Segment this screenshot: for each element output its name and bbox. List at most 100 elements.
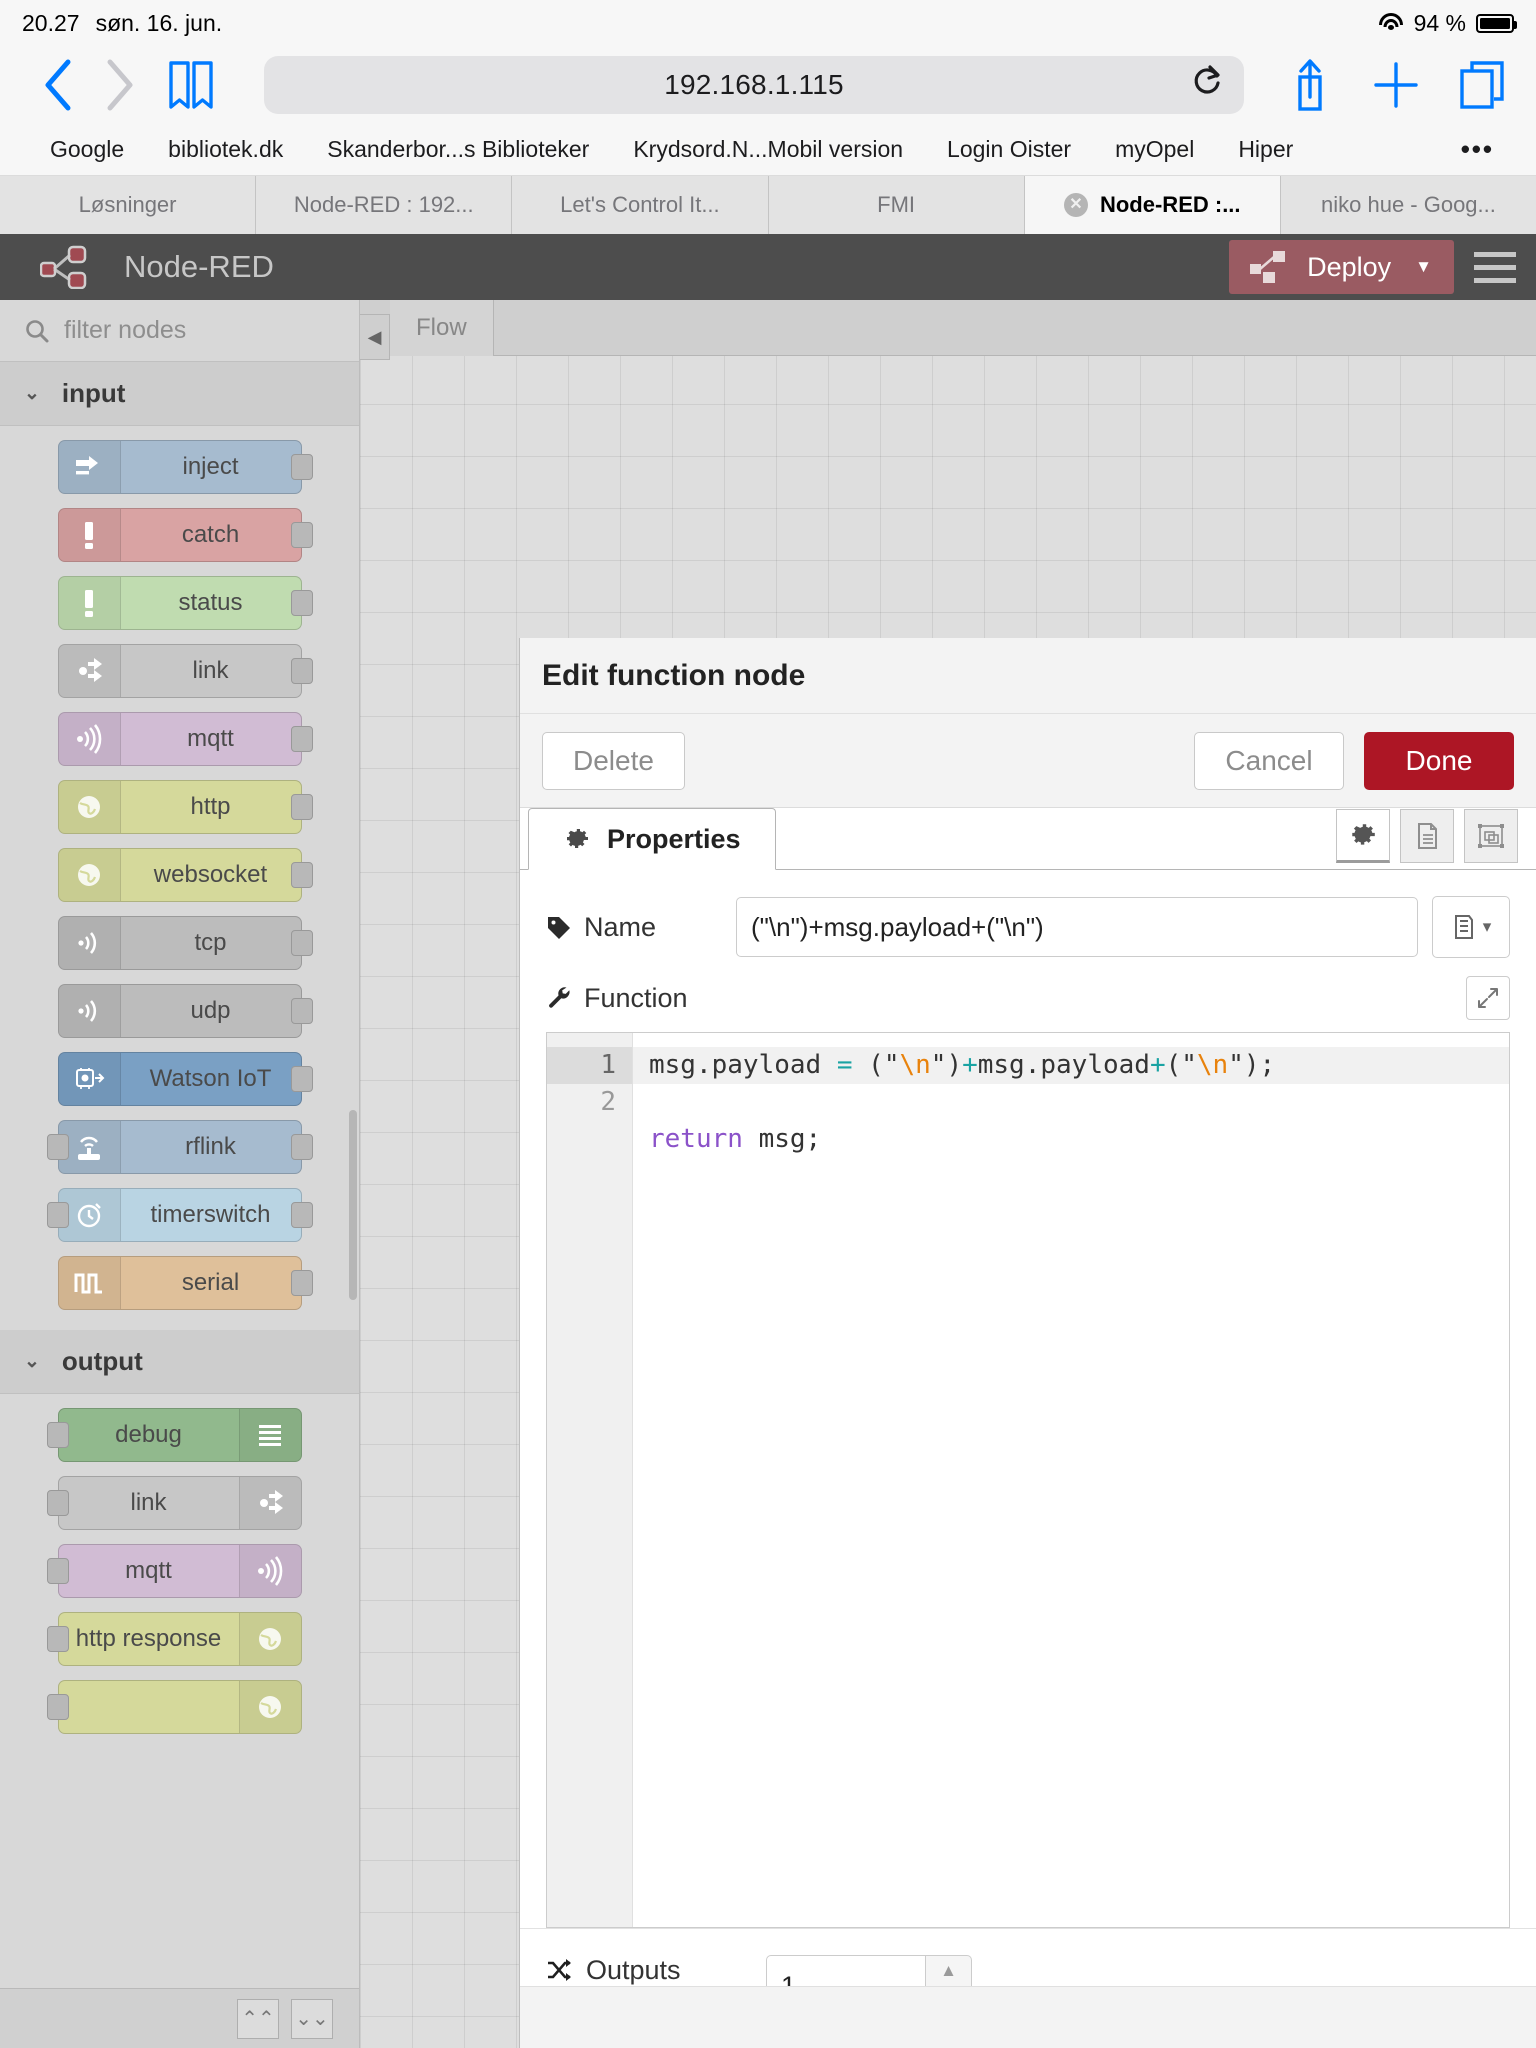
- node-output-port[interactable]: [290, 1134, 313, 1160]
- bookmark-item[interactable]: Google: [28, 136, 146, 163]
- cancel-button[interactable]: Cancel: [1194, 731, 1344, 790]
- deploy-button[interactable]: Deploy ▼: [1229, 240, 1454, 294]
- chevron-down-icon[interactable]: ▼: [1415, 257, 1432, 277]
- bookmark-item[interactable]: bibliotek.dk: [146, 136, 305, 163]
- workspace: filter nodes ⌄ input inject catch status li…: [0, 300, 1536, 2048]
- node-input-port[interactable]: [46, 1422, 69, 1448]
- node-output-port[interactable]: [290, 658, 313, 684]
- tab-properties[interactable]: Properties: [528, 808, 776, 870]
- flow-tab[interactable]: Flow: [390, 300, 494, 356]
- delete-button[interactable]: Delete: [542, 731, 685, 790]
- palette-node-http[interactable]: http: [57, 780, 313, 834]
- node-output-port[interactable]: [290, 1202, 313, 1228]
- bookmark-item[interactable]: Hiper: [1216, 136, 1315, 163]
- filter-nodes-input[interactable]: filter nodes: [0, 300, 359, 362]
- palette-node-tcp[interactable]: tcp: [57, 916, 313, 970]
- back-button[interactable]: [26, 54, 88, 116]
- palette-node-status[interactable]: status: [57, 576, 313, 630]
- browser-tab[interactable]: FMI: [768, 176, 1025, 234]
- node-output-port[interactable]: [290, 1270, 313, 1296]
- plus-icon[interactable]: [1368, 56, 1424, 114]
- dialog-body: Name ("\n")+msg.payload+("\n") ▾ Functio…: [520, 870, 1536, 1928]
- palette-node-catch[interactable]: catch: [57, 508, 313, 562]
- close-icon[interactable]: ✕: [1063, 193, 1088, 217]
- browser-tab[interactable]: Løsninger: [0, 176, 257, 234]
- gear-icon[interactable]: [1336, 809, 1390, 863]
- chevron-double-down-icon[interactable]: ⌄⌄: [291, 1998, 333, 2039]
- palette-node-unnamed[interactable]: [46, 1680, 302, 1734]
- palette-node-debug[interactable]: debug: [46, 1408, 302, 1462]
- palette-category-output[interactable]: ⌄ output: [0, 1330, 359, 1394]
- palette-node-link[interactable]: link: [46, 1476, 302, 1530]
- bookmarks-overflow-button[interactable]: •••: [1461, 134, 1508, 165]
- node-type-picker-button[interactable]: ▾: [1432, 896, 1510, 958]
- node-output-port[interactable]: [290, 522, 313, 548]
- bookmarks-button[interactable]: [156, 54, 226, 116]
- browser-tab-active[interactable]: ✕ Node-RED :...: [1024, 176, 1281, 234]
- palette-node-timerswitch[interactable]: timerswitch: [46, 1188, 313, 1242]
- node-input-port[interactable]: [46, 1694, 69, 1720]
- palette-node-rflink[interactable]: rflink: [46, 1120, 313, 1174]
- browser-toolbar: 192.168.1.115: [0, 46, 1536, 124]
- done-button[interactable]: Done: [1364, 731, 1514, 790]
- palette-node-inject[interactable]: inject: [57, 440, 313, 494]
- bookmark-item[interactable]: Skanderbor...s Biblioteker: [305, 136, 611, 163]
- node-output-port[interactable]: [290, 726, 313, 752]
- outputs-label-group: Outputs: [546, 1955, 766, 1986]
- hamburger-menu-icon[interactable]: [1454, 234, 1536, 300]
- palette-node-serial[interactable]: serial: [57, 1256, 313, 1310]
- palette-node-udp[interactable]: udp: [57, 984, 313, 1038]
- palette-node-label: debug: [115, 1421, 182, 1448]
- chevron-double-up-icon[interactable]: ⌃⌃: [237, 1998, 279, 2039]
- function-code-editor[interactable]: 1 2 msg.payload = ("\n")+msg.payload+("\…: [546, 1032, 1510, 1928]
- chip-icon: [58, 1053, 121, 1105]
- bookmarks-bar: Google bibliotek.dk Skanderbor...s Bibli…: [0, 124, 1536, 176]
- tab-label: Løsninger: [78, 192, 177, 217]
- node-output-port[interactable]: [290, 794, 313, 820]
- palette-category-input[interactable]: ⌄ input: [0, 362, 359, 426]
- bookmark-item[interactable]: Krydsord.N...Mobil version: [611, 136, 925, 163]
- palette-node-mqtt[interactable]: mqtt: [57, 712, 313, 766]
- tag-icon: [548, 917, 570, 939]
- node-input-port[interactable]: [46, 1626, 69, 1652]
- palette-node-mqtt[interactable]: mqtt: [46, 1544, 302, 1598]
- node-output-port[interactable]: [290, 590, 313, 616]
- node-input-port[interactable]: [46, 1490, 69, 1516]
- palette-node-watson-iot[interactable]: Watson IoT: [57, 1052, 313, 1106]
- globe-icon: [58, 849, 121, 901]
- node-output-port[interactable]: [290, 998, 313, 1024]
- node-output-port[interactable]: [290, 1066, 313, 1092]
- function-header: Function: [546, 976, 1510, 1020]
- palette-node-http-response[interactable]: http response: [46, 1612, 302, 1666]
- bookmark-item[interactable]: myOpel: [1093, 136, 1216, 163]
- wrench-icon: [549, 987, 570, 1008]
- share-icon[interactable]: [1282, 56, 1338, 114]
- browser-tab[interactable]: Node-RED : 192...: [256, 176, 513, 234]
- node-output-port[interactable]: [290, 862, 313, 888]
- forward-button[interactable]: [88, 54, 150, 116]
- node-input-port[interactable]: [46, 1134, 69, 1160]
- node-input-port[interactable]: [46, 1558, 69, 1584]
- reload-icon[interactable]: [1192, 64, 1222, 106]
- browser-tab[interactable]: niko hue - Goog...: [1280, 176, 1536, 234]
- node-output-port[interactable]: [290, 930, 313, 956]
- line-number: 2: [600, 1086, 616, 1117]
- palette-node-websocket[interactable]: websocket: [57, 848, 313, 902]
- palette-collapse-button[interactable]: ◀: [360, 314, 390, 360]
- node-output-port[interactable]: [290, 454, 313, 480]
- palette-node-link[interactable]: link: [57, 644, 313, 698]
- signal-icon: [58, 985, 121, 1037]
- tabs-icon[interactable]: [1454, 56, 1510, 114]
- editor-code[interactable]: msg.payload = ("\n")+msg.payload+("\n");…: [633, 1033, 1509, 1927]
- description-icon[interactable]: [1400, 809, 1454, 863]
- bookmark-item[interactable]: Login Oister: [925, 136, 1093, 163]
- expand-icon[interactable]: [1466, 976, 1510, 1020]
- address-bar[interactable]: 192.168.1.115: [264, 56, 1244, 114]
- node-input-port[interactable]: [46, 1202, 69, 1228]
- wifi-icon: [1378, 13, 1404, 33]
- caret-up-icon[interactable]: ▲: [926, 1956, 971, 1986]
- palette-scrollbar[interactable]: [349, 1110, 357, 1300]
- appearance-icon[interactable]: [1464, 809, 1518, 863]
- name-input[interactable]: ("\n")+msg.payload+("\n"): [736, 897, 1418, 957]
- browser-tab[interactable]: Let's Control It...: [512, 176, 769, 234]
